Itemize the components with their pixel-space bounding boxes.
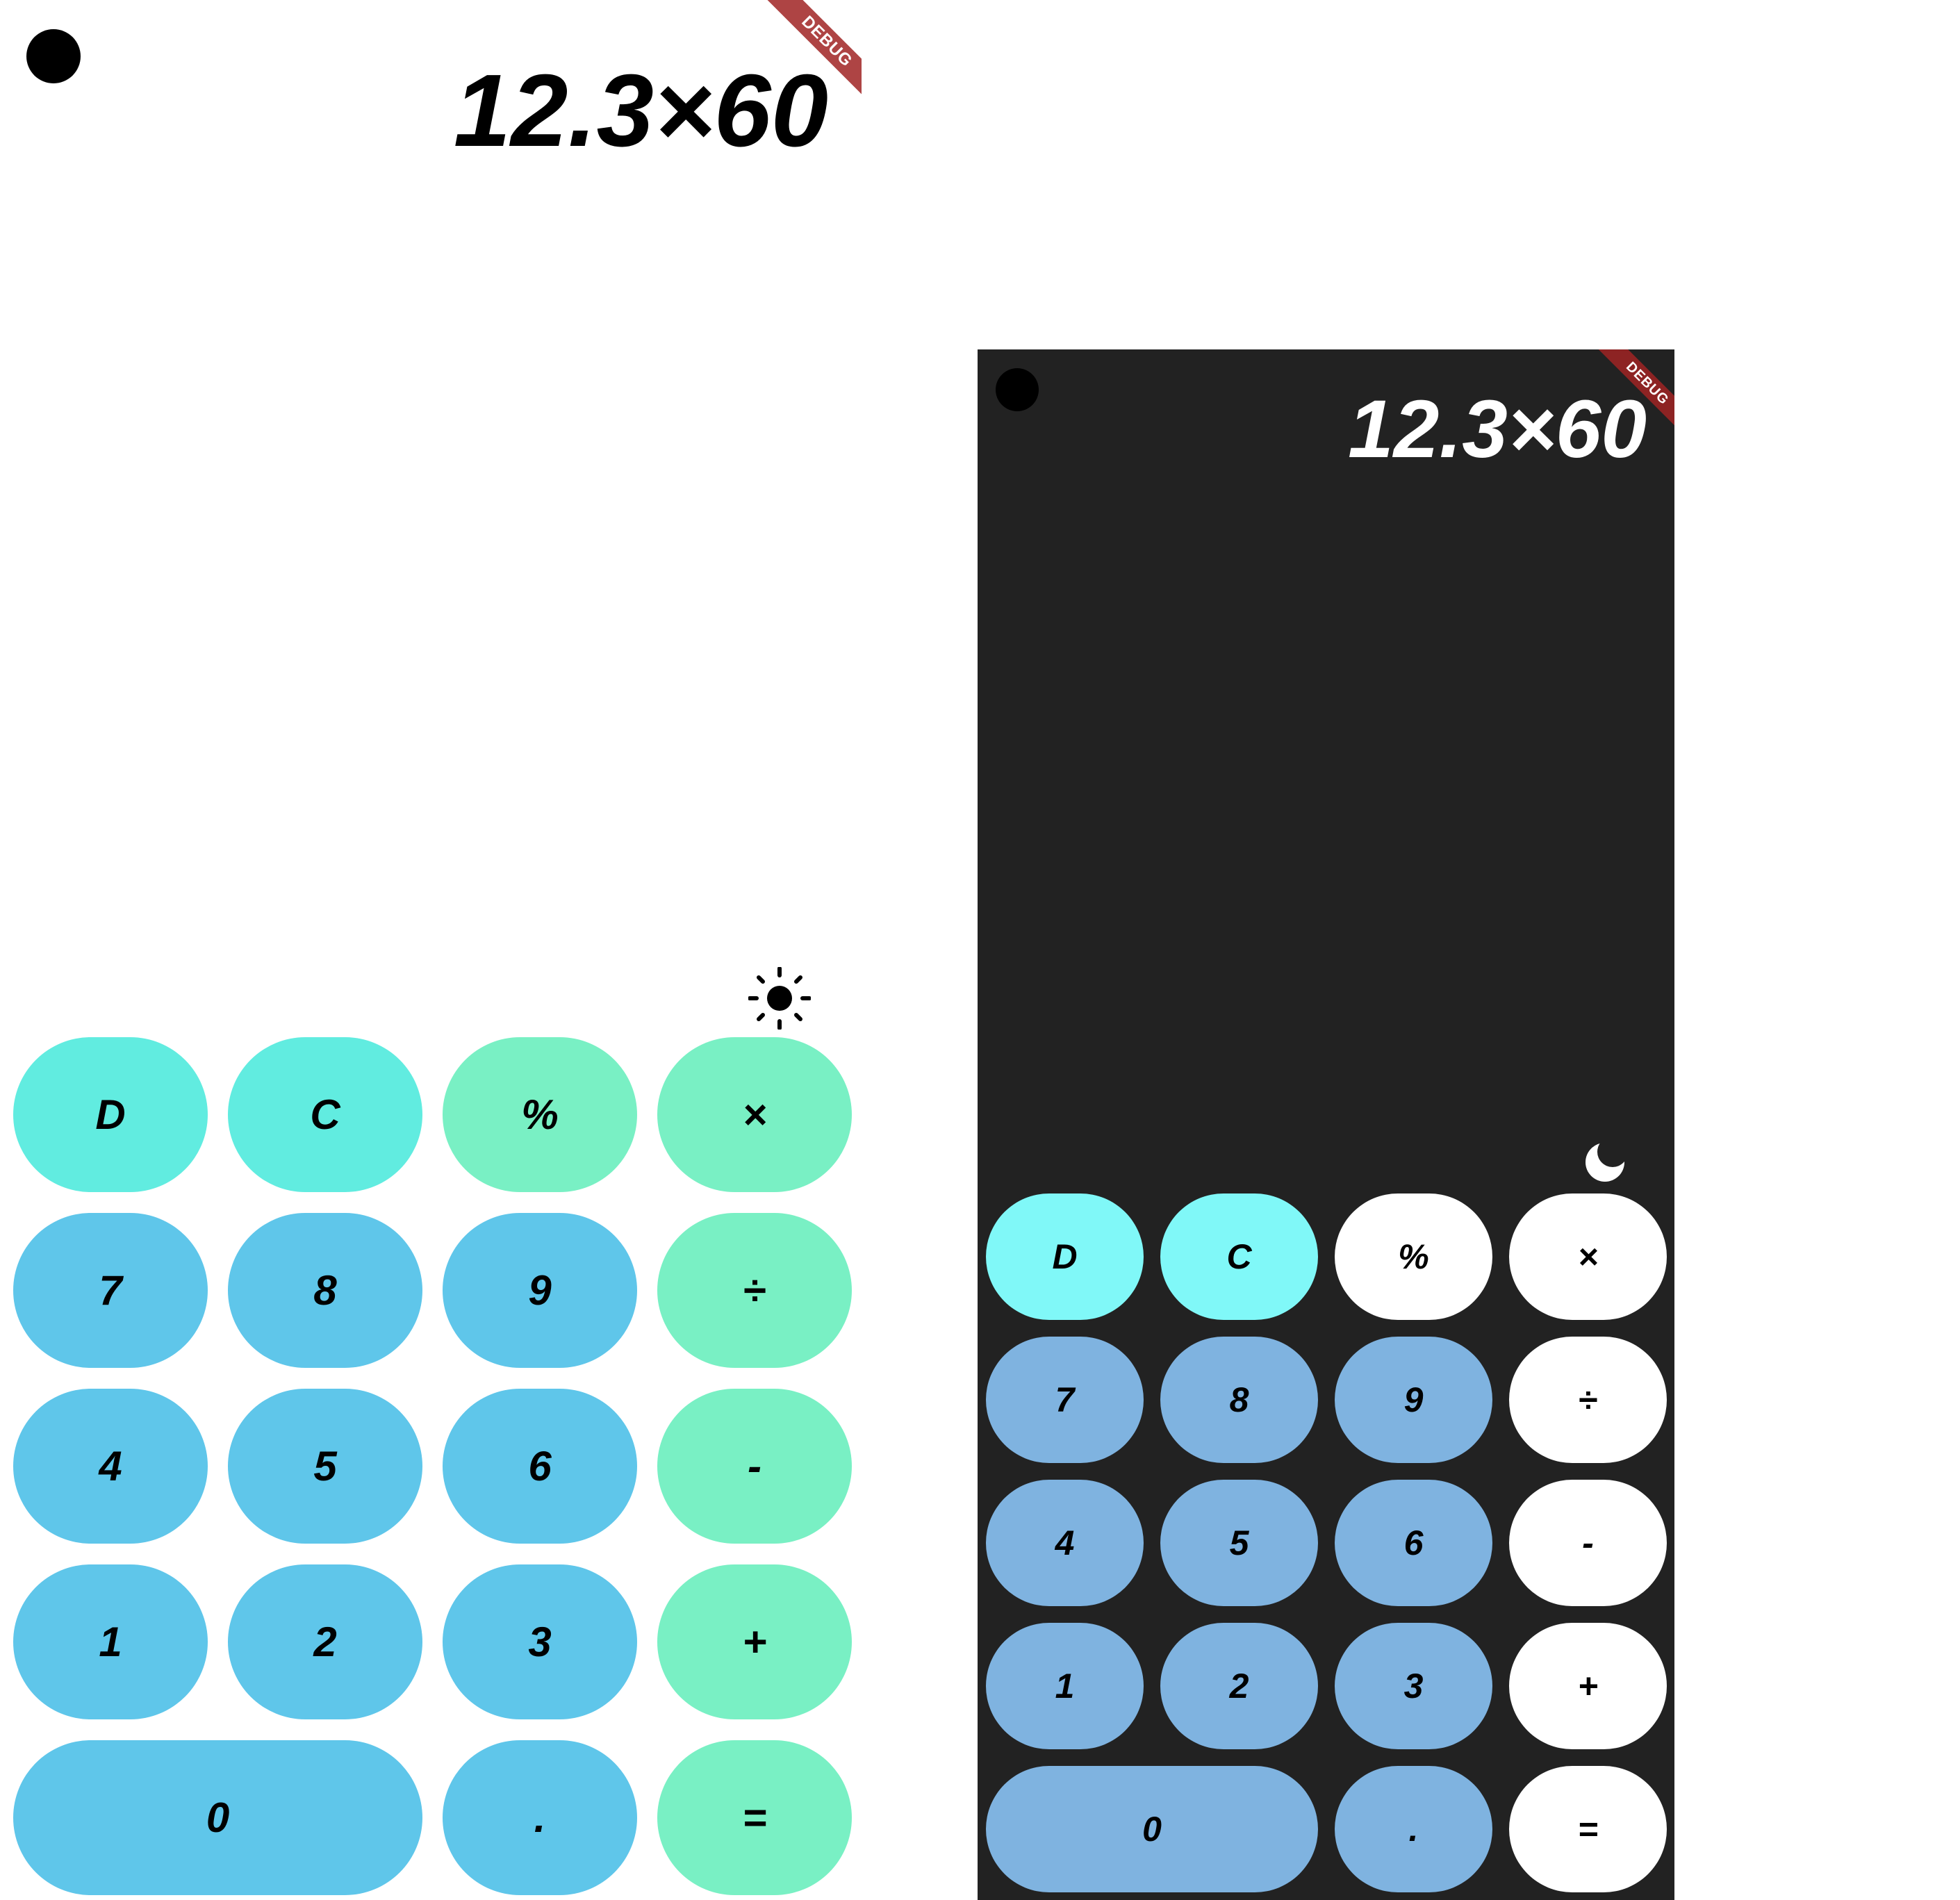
delete-button[interactable]: D (986, 1193, 1144, 1320)
keypad: D C % × 7 8 9 ÷ 4 5 6 - 1 2 3 + 0 . = (986, 1193, 1667, 1892)
camera-dot (996, 368, 1039, 411)
digit-6-button[interactable]: 6 (443, 1389, 637, 1544)
digit-2-button[interactable]: 2 (1160, 1623, 1318, 1749)
decimal-button[interactable]: . (443, 1740, 637, 1895)
add-button[interactable]: + (657, 1564, 852, 1719)
moon-icon[interactable] (1581, 1137, 1629, 1185)
percent-button[interactable]: % (443, 1037, 637, 1192)
expression-display: 12.3×60 (453, 53, 828, 168)
digit-0-button[interactable]: 0 (13, 1740, 422, 1895)
subtract-button[interactable]: - (1509, 1480, 1667, 1606)
digit-1-button[interactable]: 1 (13, 1564, 208, 1719)
equals-button[interactable]: = (1509, 1766, 1667, 1892)
sun-icon[interactable] (748, 966, 812, 1030)
digit-0-button[interactable]: 0 (986, 1766, 1318, 1892)
equals-button[interactable]: = (657, 1740, 852, 1895)
keypad: D C % × 7 8 9 ÷ 4 5 6 - 1 2 3 + 0 . = (13, 1037, 852, 1895)
camera-dot (26, 29, 81, 83)
delete-button[interactable]: D (13, 1037, 208, 1192)
digit-8-button[interactable]: 8 (1160, 1337, 1318, 1463)
dark-theme-calculator: DEBUG 12.3×60 D C % × 7 8 9 ÷ 4 5 6 - 1 … (978, 349, 1674, 1900)
divide-button[interactable]: ÷ (1509, 1337, 1667, 1463)
multiply-button[interactable]: × (657, 1037, 852, 1192)
expression-display: 12.3×60 (1348, 383, 1647, 475)
digit-7-button[interactable]: 7 (13, 1213, 208, 1368)
light-theme-calculator: DEBUG 12.3×60 D C % × 7 8 9 ÷ 4 5 6 - 1 … (0, 0, 862, 1900)
clear-button[interactable]: C (1160, 1193, 1318, 1320)
digit-4-button[interactable]: 4 (986, 1480, 1144, 1606)
digit-1-button[interactable]: 1 (986, 1623, 1144, 1749)
clear-button[interactable]: C (228, 1037, 422, 1192)
digit-4-button[interactable]: 4 (13, 1389, 208, 1544)
percent-button[interactable]: % (1335, 1193, 1492, 1320)
divide-button[interactable]: ÷ (657, 1213, 852, 1368)
digit-3-button[interactable]: 3 (1335, 1623, 1492, 1749)
subtract-button[interactable]: - (657, 1389, 852, 1544)
digit-7-button[interactable]: 7 (986, 1337, 1144, 1463)
digit-6-button[interactable]: 6 (1335, 1480, 1492, 1606)
multiply-button[interactable]: × (1509, 1193, 1667, 1320)
digit-9-button[interactable]: 9 (443, 1213, 637, 1368)
digit-3-button[interactable]: 3 (443, 1564, 637, 1719)
digit-5-button[interactable]: 5 (1160, 1480, 1318, 1606)
digit-8-button[interactable]: 8 (228, 1213, 422, 1368)
add-button[interactable]: + (1509, 1623, 1667, 1749)
digit-2-button[interactable]: 2 (228, 1564, 422, 1719)
digit-5-button[interactable]: 5 (228, 1389, 422, 1544)
decimal-button[interactable]: . (1335, 1766, 1492, 1892)
digit-9-button[interactable]: 9 (1335, 1337, 1492, 1463)
